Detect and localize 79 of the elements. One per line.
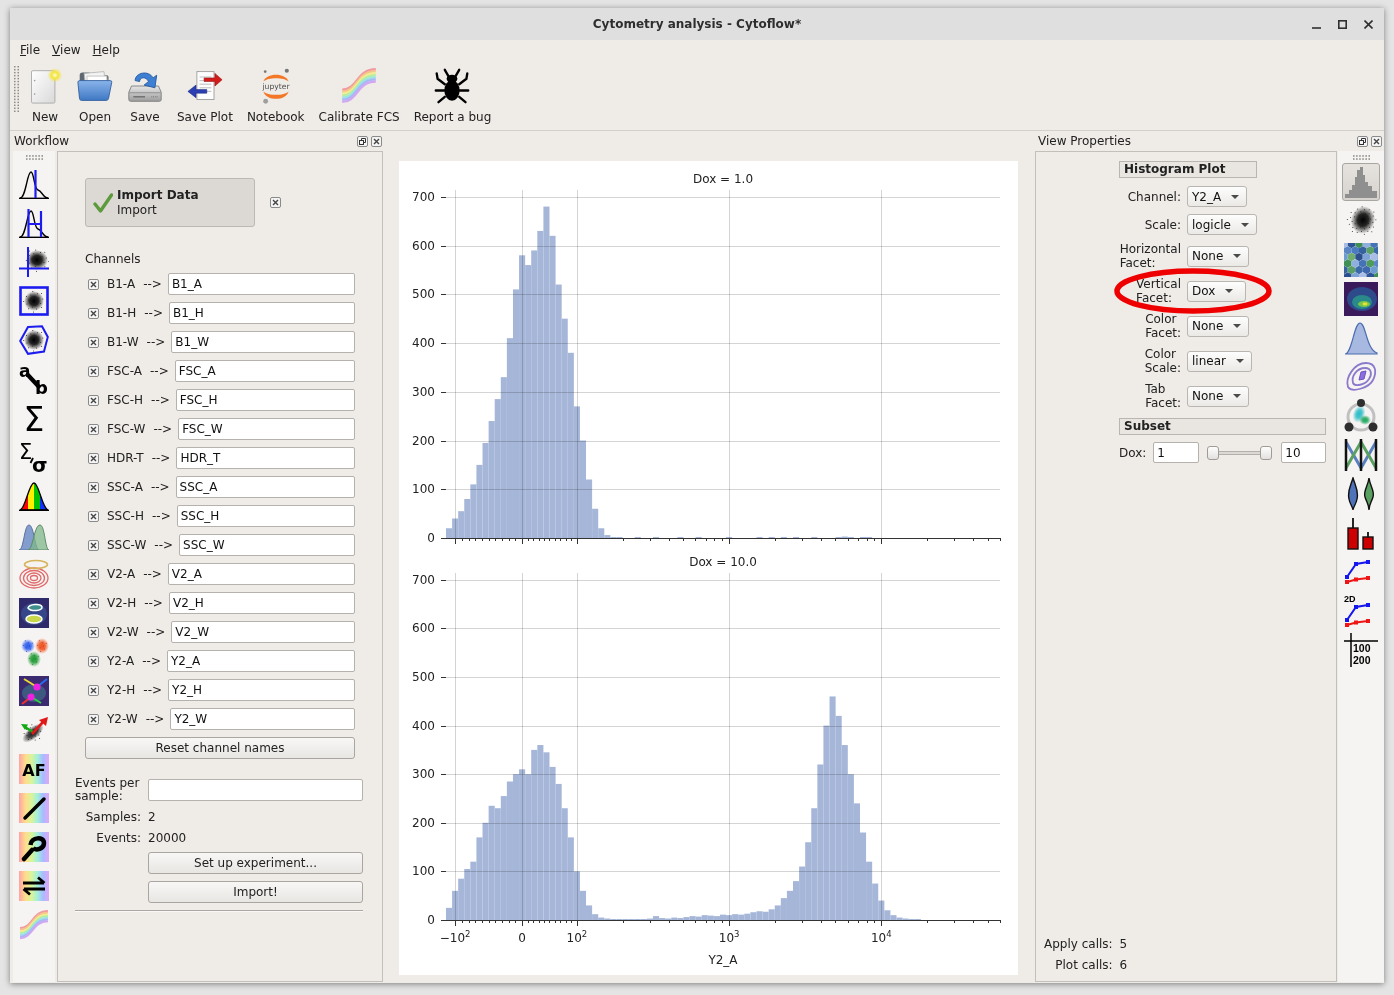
channel-label: B1-H xyxy=(107,306,137,320)
channel-label: V2-H xyxy=(107,596,137,610)
axis-tick-label: 0 xyxy=(427,531,435,545)
axis-label: Y2_A xyxy=(707,952,739,968)
field-label: Channel: xyxy=(1127,189,1181,204)
axis-tick-label: 10$^{3}$ xyxy=(718,930,740,946)
arrow-text: --> xyxy=(146,625,166,639)
axis-tick-label: 400 xyxy=(412,718,435,733)
channel-label: SSC-W xyxy=(107,538,147,552)
stat-value: 5 xyxy=(1119,937,1128,951)
dock-title: Workflow xyxy=(14,134,71,148)
axis-tick-label: 300 xyxy=(412,384,435,399)
channel-label: FSC-H xyxy=(107,393,144,407)
info-value: 2 xyxy=(148,810,156,824)
axis-tick-label: 0 xyxy=(427,913,435,927)
field-label: Scale: xyxy=(1144,217,1181,232)
field-label: Vertical Facet: xyxy=(1136,277,1181,305)
field-label: Color Facet: xyxy=(1145,312,1181,340)
arrow-text: --> xyxy=(151,451,171,465)
axis-tick-label: 500 xyxy=(412,670,435,684)
axis-tick-label: 600 xyxy=(412,238,435,253)
info-label: Samples: xyxy=(85,810,141,824)
axis-tick-label: 600 xyxy=(412,621,435,636)
axis-tick-label: 200 xyxy=(412,815,435,830)
stat-value: 6 xyxy=(1119,958,1128,972)
channel-label: B1-A xyxy=(107,277,136,291)
field-label: Tab Facet: xyxy=(1145,382,1181,410)
info-label: Events: xyxy=(96,831,141,845)
arrow-text: --> xyxy=(144,306,163,320)
arrow-text: --> xyxy=(142,654,161,668)
stat-label: Apply calls: xyxy=(1044,937,1113,951)
arrow-text: --> xyxy=(149,364,169,378)
group-title: Subset xyxy=(1119,418,1327,435)
field-label: Events per sample: xyxy=(75,777,141,803)
axis-tick-label: 100 xyxy=(412,864,435,879)
channel-label: FSC-A xyxy=(107,364,142,378)
arrow-text: --> xyxy=(144,596,163,610)
field-label: Color Scale: xyxy=(1144,347,1181,375)
channel-label: SSC-H xyxy=(107,509,144,523)
channel-label: Y2-A xyxy=(107,654,135,668)
arrow-text: --> xyxy=(146,335,166,349)
axis-tick-label: 500 xyxy=(412,287,435,302)
stat-label: Plot calls: xyxy=(1055,958,1113,972)
channel-label: Y2-W xyxy=(107,712,138,726)
axis-tick-label: 300 xyxy=(412,767,435,782)
channel-label: V2-W xyxy=(107,625,139,639)
arrow-text: --> xyxy=(143,567,162,581)
axis-tick-label: 200 xyxy=(412,433,435,448)
chart-title: Dox = 1.0 xyxy=(691,171,755,187)
axis-tick-label: −10$^{2}$ xyxy=(439,930,471,946)
window-title: Cytometry analysis - Cytoflow* xyxy=(591,16,803,32)
field-label: Horizontal Facet: xyxy=(1119,242,1181,270)
group-title: Histogram Plot xyxy=(1119,161,1257,178)
field-label: Dox: xyxy=(1119,445,1147,460)
axis-tick-label: 700 xyxy=(412,572,435,587)
channel-label: B1-W xyxy=(107,335,139,349)
channel-label: V2-A xyxy=(107,567,136,581)
axis-tick-label: 700 xyxy=(412,189,435,204)
arrow-text: --> xyxy=(153,422,173,436)
arrow-text: --> xyxy=(145,712,165,726)
arrow-text: --> xyxy=(143,277,162,291)
axis-tick-label: 10$^{4}$ xyxy=(870,930,892,946)
arrow-text: --> xyxy=(154,538,174,552)
axis-tick-label: 100 xyxy=(412,482,435,497)
channel-label: SSC-A xyxy=(107,480,143,494)
axis-tick-label: 0 xyxy=(518,930,526,946)
axis-tick-label: 10$^{2}$ xyxy=(566,930,588,946)
channel-label: FSC-W xyxy=(107,422,146,436)
dock-title: View Properties xyxy=(1038,134,1132,148)
info-value: 20000 xyxy=(148,831,187,845)
arrow-text: --> xyxy=(143,683,163,697)
axis-tick-label: 400 xyxy=(412,336,435,350)
arrow-text: --> xyxy=(150,480,170,494)
channel-label: Y2-H xyxy=(107,683,136,697)
chart-title: Dox = 10.0 xyxy=(688,554,758,570)
section-label: Channels xyxy=(85,252,142,266)
channel-label: HDR-T xyxy=(107,451,144,465)
arrow-text: --> xyxy=(151,509,171,523)
arrow-text: --> xyxy=(151,393,170,407)
